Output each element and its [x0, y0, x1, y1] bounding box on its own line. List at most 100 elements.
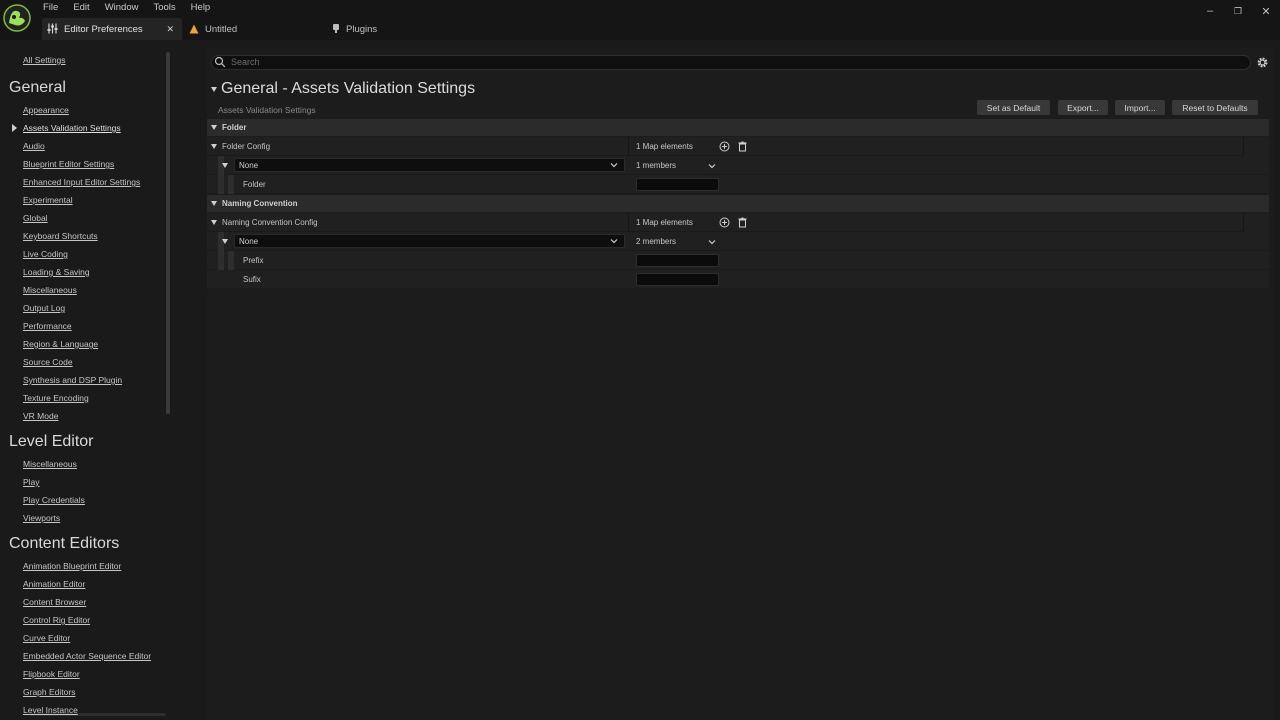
category-folder[interactable] — [207, 119, 1269, 136]
category-collapse-icon[interactable] — [211, 125, 217, 130]
sidebar-item-live-coding[interactable]: Live Coding — [23, 249, 68, 259]
sliders-icon — [47, 23, 58, 34]
minimize-button[interactable]: – — [1201, 4, 1219, 18]
trash-icon[interactable] — [737, 217, 748, 228]
menu-help[interactable]: Help — [191, 3, 219, 13]
members-count: 2 members — [636, 237, 677, 246]
menu-tools[interactable]: Tools — [153, 3, 183, 13]
minimize-icon: – — [1206, 5, 1214, 17]
search-input[interactable] — [211, 55, 1251, 70]
property-label: Prefix — [243, 256, 264, 265]
sidebar-section-general: General — [9, 79, 66, 96]
sidebar-item-audio[interactable]: Audio — [23, 141, 45, 151]
add-element-icon[interactable] — [719, 141, 730, 152]
property-row-folder — [207, 175, 1269, 194]
property-label: Folder Config — [222, 142, 271, 151]
search-icon — [214, 56, 226, 68]
sidebar-item-animation-blueprint-editor[interactable]: Animation Blueprint Editor — [23, 561, 121, 571]
page-title: General - Assets Validation Settings — [221, 80, 476, 97]
sidebar-item-keyboard-shortcuts[interactable]: Keyboard Shortcuts — [23, 231, 98, 241]
tab-label: Untitled — [205, 24, 238, 35]
export-button[interactable]: Export... — [1058, 100, 1108, 115]
app-logo-icon[interactable] — [3, 3, 31, 33]
sidebar-scrollbar[interactable] — [166, 52, 170, 414]
sidebar-item-region-language[interactable]: Region & Language — [23, 339, 98, 349]
dropdown-value: None — [239, 161, 259, 170]
expand-arrow-icon[interactable] — [211, 220, 217, 225]
set-as-default-button[interactable]: Set as Default — [977, 100, 1050, 115]
close-tab-icon[interactable]: ✕ — [166, 24, 174, 35]
indent-guide — [228, 175, 234, 194]
sidebar-item-synthesis-dsp[interactable]: Synthesis and DSP Plugin — [23, 375, 122, 385]
sidebar-item-play-credentials[interactable]: Play Credentials — [23, 495, 85, 505]
sidebar-section-level-editor: Level Editor — [9, 433, 94, 450]
search-placeholder: Search — [231, 57, 260, 67]
sidebar-item-global[interactable]: Global — [23, 213, 48, 223]
sufix-text-field[interactable] — [636, 273, 719, 286]
close-icon: ✕ — [1261, 5, 1271, 18]
sidebar-all-settings[interactable]: All Settings — [23, 55, 66, 65]
chevron-down-icon — [610, 239, 618, 244]
sidebar-item-graph-editors[interactable]: Graph Editors — [23, 687, 75, 697]
sidebar-item-flipbook-editor[interactable]: Flipbook Editor — [23, 669, 80, 679]
tab-untitled[interactable]: Untitled — [186, 18, 316, 40]
tab-label: Editor Preferences — [64, 24, 143, 35]
property-row-prefix — [207, 251, 1269, 270]
sidebar-item-embedded-actor-sequence[interactable]: Embedded Actor Sequence Editor — [23, 651, 151, 661]
menu-file[interactable]: File — [43, 3, 66, 13]
sidebar-item-source-code[interactable]: Source Code — [23, 357, 73, 367]
sidebar-item-loading-saving[interactable]: Loading & Saving — [23, 267, 90, 277]
restore-button[interactable]: ❐ — [1229, 4, 1247, 18]
category-collapse-icon[interactable] — [211, 201, 217, 206]
dropdown-value: None — [239, 237, 259, 246]
section-collapse-icon[interactable] — [211, 87, 217, 92]
sidebar-item-content-browser[interactable]: Content Browser — [23, 597, 86, 607]
sidebar-section-content-editors: Content Editors — [9, 535, 120, 552]
chevron-down-icon — [610, 163, 618, 168]
sidebar-item-assets-validation[interactable]: Assets Validation Settings — [23, 123, 121, 133]
tab-plugins[interactable]: Plugins — [328, 18, 458, 40]
sidebar-item-texture-encoding[interactable]: Texture Encoding — [23, 393, 89, 403]
reset-to-defaults-button[interactable]: Reset to Defaults — [1172, 100, 1258, 115]
add-element-icon[interactable] — [719, 217, 730, 228]
property-label: Naming Convention Config — [222, 218, 318, 227]
sidebar-item-level-miscellaneous[interactable]: Miscellaneous — [23, 459, 77, 469]
sidebar-item-output-log[interactable]: Output Log — [23, 303, 65, 313]
menu-window[interactable]: Window — [105, 3, 147, 13]
prefix-text-field[interactable] — [636, 254, 719, 267]
sidebar-item-appearance[interactable]: Appearance — [23, 105, 69, 115]
category-label: Naming Convention — [222, 199, 298, 208]
map-key-dropdown[interactable]: None — [234, 234, 625, 248]
sidebar-item-viewports[interactable]: Viewports — [23, 513, 60, 523]
sidebar-item-miscellaneous[interactable]: Miscellaneous — [23, 285, 77, 295]
close-window-button[interactable]: ✕ — [1257, 4, 1275, 18]
sidebar-item-enhanced-input[interactable]: Enhanced Input Editor Settings — [23, 177, 140, 187]
property-label: Sufix — [243, 275, 261, 284]
import-button[interactable]: Import... — [1115, 100, 1165, 115]
level-warning-icon — [189, 24, 199, 34]
sidebar-item-experimental[interactable]: Experimental — [23, 195, 73, 205]
sidebar-item-curve-editor[interactable]: Curve Editor — [23, 633, 70, 643]
chevron-down-icon[interactable] — [708, 162, 716, 170]
sidebar-item-animation-editor[interactable]: Animation Editor — [23, 579, 85, 589]
restore-icon: ❐ — [1233, 5, 1243, 16]
folder-text-field[interactable] — [636, 178, 719, 191]
sidebar-item-performance[interactable]: Performance — [23, 321, 72, 331]
trash-icon[interactable] — [737, 141, 748, 152]
sidebar-item-level-instance[interactable]: Level Instance — [23, 705, 78, 715]
sidebar-item-play[interactable]: Play — [23, 477, 40, 487]
expand-arrow-icon[interactable] — [211, 144, 217, 149]
expand-arrow-icon[interactable] — [222, 163, 228, 168]
tab-editor-preferences[interactable]: Editor Preferences ✕ — [42, 18, 182, 40]
sidebar-item-vr-mode[interactable]: VR Mode — [23, 411, 58, 421]
menu-edit[interactable]: Edit — [73, 3, 97, 13]
gear-icon[interactable] — [1256, 56, 1269, 69]
sidebar-item-control-rig-editor[interactable]: Control Rig Editor — [23, 615, 90, 625]
expand-arrow-icon[interactable] — [222, 239, 228, 244]
selected-arrow-icon — [12, 124, 17, 132]
map-key-dropdown[interactable]: None — [234, 158, 625, 172]
sidebar-item-blueprint-editor[interactable]: Blueprint Editor Settings — [23, 159, 114, 169]
map-element-count: 1 Map elements — [636, 142, 693, 151]
chevron-down-icon[interactable] — [708, 238, 716, 246]
category-naming-convention[interactable] — [207, 195, 1269, 212]
